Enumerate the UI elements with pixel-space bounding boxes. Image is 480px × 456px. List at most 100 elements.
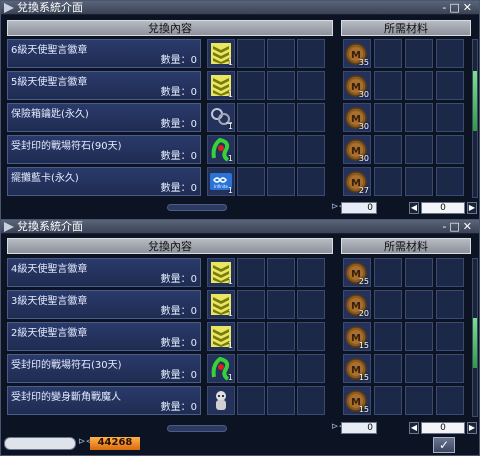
- empty-slot[interactable]: [436, 290, 464, 319]
- empty-slot[interactable]: [297, 258, 325, 287]
- window-controls[interactable]: -□✕: [442, 1, 475, 15]
- empty-slot[interactable]: [267, 71, 295, 100]
- exp-slider[interactable]: [4, 437, 76, 450]
- empty-slot[interactable]: [267, 290, 295, 319]
- confirm-button[interactable]: ✓: [433, 437, 455, 453]
- decrement-button[interactable]: ◀: [409, 202, 419, 214]
- increment-button[interactable]: ▶: [467, 422, 477, 434]
- empty-slot[interactable]: [436, 103, 464, 132]
- empty-slot[interactable]: [374, 322, 402, 351]
- empty-slot[interactable]: [297, 103, 325, 132]
- title-bar[interactable]: 兌換系統介面 -□✕: [1, 1, 479, 15]
- scroll-thumb[interactable]: [473, 71, 477, 131]
- exchange-row[interactable]: 6級天使聖言徽章 數量：0 1 M 35: [7, 39, 471, 70]
- material-slot[interactable]: M 20: [343, 290, 371, 319]
- empty-slot[interactable]: [405, 39, 433, 68]
- empty-slot[interactable]: [267, 354, 295, 383]
- empty-slot[interactable]: [436, 322, 464, 351]
- quantity-input[interactable]: 0: [421, 422, 465, 434]
- empty-slot[interactable]: [267, 386, 295, 415]
- item-info-box[interactable]: 受封印的戰場符石(30天) 數量：0: [7, 354, 201, 383]
- empty-slot[interactable]: [436, 39, 464, 68]
- reward-slot[interactable]: 1: [207, 71, 235, 100]
- empty-slot[interactable]: [267, 39, 295, 68]
- exchange-row[interactable]: 受封印的戰場符石(90天) 數量：0 1 M 30: [7, 135, 471, 166]
- exchange-row[interactable]: 3級天使聖言徽章 數量：0 1 M 20: [7, 290, 471, 321]
- material-slot[interactable]: M 15: [343, 322, 371, 351]
- material-slot[interactable]: M 30: [343, 135, 371, 164]
- empty-slot[interactable]: [267, 135, 295, 164]
- empty-slot[interactable]: [297, 386, 325, 415]
- exchange-row[interactable]: 2級天使聖言徽章 數量：0 1 M 15: [7, 322, 471, 353]
- exchange-row[interactable]: 保險箱鑰匙(永久) 數量：0 1 M 30: [7, 103, 471, 134]
- left-scroll-slider[interactable]: [167, 425, 227, 432]
- item-info-box[interactable]: 5級天使聖言徽章 數量：0: [7, 71, 201, 100]
- empty-slot[interactable]: [436, 135, 464, 164]
- item-info-box[interactable]: 受封印的戰場符石(90天) 數量：0: [7, 135, 201, 164]
- left-scroll-slider[interactable]: [167, 204, 227, 211]
- empty-slot[interactable]: [405, 290, 433, 319]
- empty-slot[interactable]: [374, 103, 402, 132]
- empty-slot[interactable]: [297, 135, 325, 164]
- material-slot[interactable]: M 25: [343, 258, 371, 287]
- empty-slot[interactable]: [237, 322, 265, 351]
- scroll-thumb[interactable]: [473, 318, 477, 368]
- item-info-box[interactable]: 2級天使聖言徽章 數量：0: [7, 322, 201, 351]
- exchange-row[interactable]: 受封印的戰場符石(30天) 數量：0 1 M 15: [7, 354, 471, 385]
- empty-slot[interactable]: [436, 258, 464, 287]
- window-controls[interactable]: -□✕: [442, 220, 475, 234]
- empty-slot[interactable]: [297, 39, 325, 68]
- empty-slot[interactable]: [405, 322, 433, 351]
- reward-slot[interactable]: 1: [207, 322, 235, 351]
- empty-slot[interactable]: [267, 103, 295, 132]
- empty-slot[interactable]: [405, 103, 433, 132]
- empty-slot[interactable]: [405, 386, 433, 415]
- empty-slot[interactable]: [297, 167, 325, 196]
- empty-slot[interactable]: [436, 167, 464, 196]
- empty-slot[interactable]: [405, 71, 433, 100]
- empty-slot[interactable]: [267, 258, 295, 287]
- empty-slot[interactable]: [297, 71, 325, 100]
- empty-slot[interactable]: [297, 290, 325, 319]
- material-slot[interactable]: M 15: [343, 386, 371, 415]
- exchange-row[interactable]: 擺攤藍卡(永久) 數量：0 Infinite 1 M 27: [7, 167, 471, 198]
- reward-slot[interactable]: 1: [207, 39, 235, 68]
- material-slot[interactable]: M 35: [343, 39, 371, 68]
- empty-slot[interactable]: [297, 322, 325, 351]
- empty-slot[interactable]: [436, 71, 464, 100]
- empty-slot[interactable]: [267, 322, 295, 351]
- empty-slot[interactable]: [405, 258, 433, 287]
- item-info-box[interactable]: 3級天使聖言徽章 數量：0: [7, 290, 201, 319]
- empty-slot[interactable]: [237, 135, 265, 164]
- empty-slot[interactable]: [374, 135, 402, 164]
- empty-slot[interactable]: [237, 258, 265, 287]
- exchange-row[interactable]: 5級天使聖言徽章 數量：0 1 M 30: [7, 71, 471, 102]
- empty-slot[interactable]: [436, 354, 464, 383]
- exchange-row[interactable]: 4級天使聖言徽章 數量：0 1 M 25: [7, 258, 471, 289]
- empty-slot[interactable]: [374, 71, 402, 100]
- reward-slot[interactable]: Infinite 1: [207, 167, 235, 196]
- empty-slot[interactable]: [436, 386, 464, 415]
- scrollbar-vertical[interactable]: [472, 39, 478, 198]
- empty-slot[interactable]: [267, 167, 295, 196]
- empty-slot[interactable]: [237, 71, 265, 100]
- material-slot[interactable]: M 30: [343, 71, 371, 100]
- empty-slot[interactable]: [405, 135, 433, 164]
- empty-slot[interactable]: [237, 386, 265, 415]
- exchange-row[interactable]: 受封印的變身斷角戰魔人 數量：0 M 15: [7, 386, 471, 417]
- empty-slot[interactable]: [374, 258, 402, 287]
- reward-slot[interactable]: 1: [207, 354, 235, 383]
- reward-slot[interactable]: 1: [207, 290, 235, 319]
- reward-slot[interactable]: 1: [207, 135, 235, 164]
- item-info-box[interactable]: 擺攤藍卡(永久) 數量：0: [7, 167, 201, 196]
- empty-slot[interactable]: [237, 167, 265, 196]
- material-slot[interactable]: M 15: [343, 354, 371, 383]
- empty-slot[interactable]: [374, 354, 402, 383]
- empty-slot[interactable]: [237, 103, 265, 132]
- empty-slot[interactable]: [237, 354, 265, 383]
- empty-slot[interactable]: [297, 354, 325, 383]
- item-info-box[interactable]: 保險箱鑰匙(永久) 數量：0: [7, 103, 201, 132]
- item-info-box[interactable]: 6級天使聖言徽章 數量：0: [7, 39, 201, 68]
- empty-slot[interactable]: [374, 167, 402, 196]
- reward-slot[interactable]: [207, 386, 235, 415]
